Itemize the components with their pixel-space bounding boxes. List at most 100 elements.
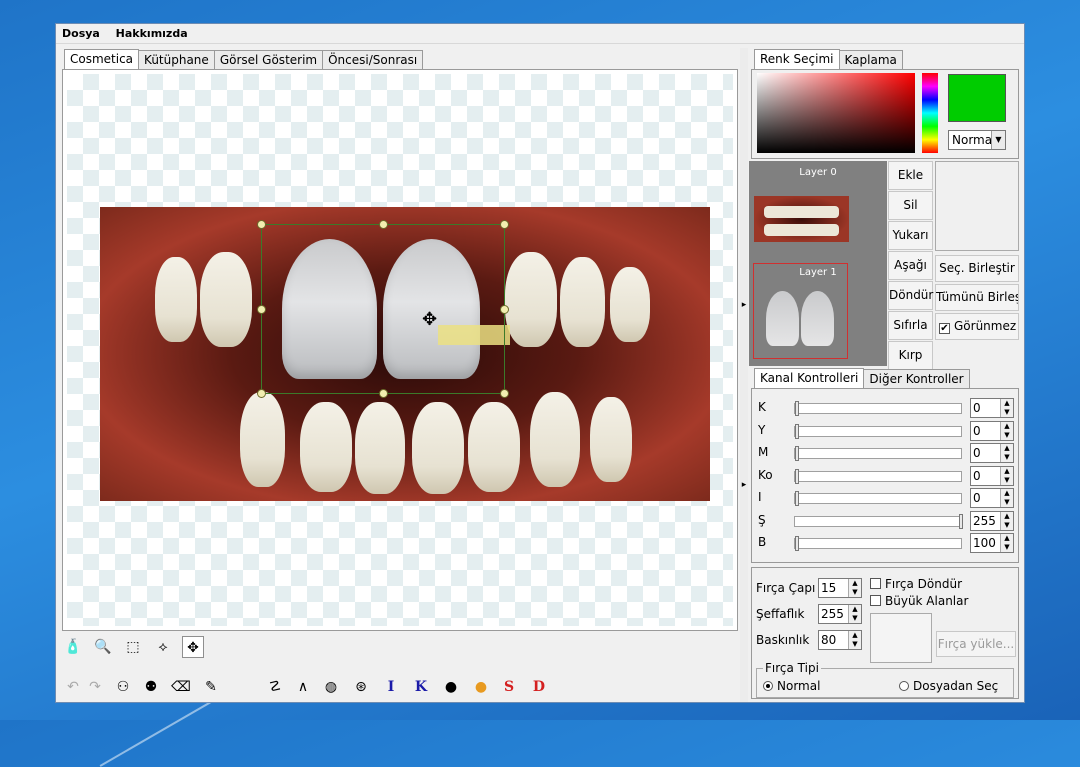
spinner-arrows-icon[interactable]: ▲ ▼ bbox=[848, 631, 861, 649]
channel-spinner[interactable]: 0 ▲ ▼ bbox=[970, 398, 1014, 418]
hue-slider[interactable] bbox=[922, 73, 938, 153]
spinner-arrows-icon[interactable]: ▲ ▼ bbox=[1000, 466, 1013, 485]
zoom-tool-icon[interactable]: 🔍 bbox=[92, 636, 114, 658]
resize-handle[interactable] bbox=[500, 305, 509, 314]
dodge-icon[interactable]: ● bbox=[470, 676, 492, 698]
slider-thumb[interactable] bbox=[795, 401, 799, 416]
tab-visual-display[interactable]: Görsel Gösterim bbox=[213, 50, 324, 70]
resize-handle[interactable] bbox=[257, 220, 266, 229]
channel-spinner[interactable]: 0 ▲ ▼ bbox=[970, 443, 1014, 463]
brush-rotate-checkbox[interactable]: Fırça Döndür bbox=[870, 577, 962, 591]
undo-icon[interactable]: ↶ bbox=[62, 676, 84, 698]
tab-channel-controls[interactable]: Kanal Kontrolleri bbox=[754, 368, 865, 390]
channel-slider[interactable] bbox=[794, 536, 962, 551]
channel-slider[interactable] bbox=[794, 423, 962, 439]
tab-color-picker[interactable]: Renk Seçimi bbox=[754, 49, 840, 71]
brush-size-spinner[interactable]: 15 ▲ ▼ bbox=[818, 578, 862, 598]
layer-0-thumbnail[interactable] bbox=[754, 196, 849, 242]
channel-spinner[interactable]: 0 ▲ ▼ bbox=[970, 465, 1014, 486]
spinner-arrows-icon[interactable]: ▲ ▼ bbox=[1000, 444, 1013, 462]
chevron-down-icon[interactable]: ▼ bbox=[991, 131, 1005, 149]
large-areas-checkbox[interactable]: Büyük Alanlar bbox=[870, 594, 968, 608]
burn-icon[interactable]: ● bbox=[440, 676, 462, 698]
checkbox-box[interactable]: ✔ bbox=[939, 323, 950, 334]
rotate-button[interactable]: Döndür bbox=[888, 281, 933, 310]
spinner-arrows-icon[interactable]: ▲ ▼ bbox=[1000, 399, 1013, 417]
brush-type-file-radio[interactable]: Dosyadan Seç bbox=[899, 679, 998, 693]
current-color-swatch[interactable] bbox=[948, 74, 1006, 122]
checkbox-box[interactable] bbox=[870, 578, 881, 589]
reset-button[interactable]: Sıfırla bbox=[888, 311, 933, 340]
tab-other-controls[interactable]: Diğer Kontroller bbox=[863, 369, 970, 389]
resize-handle[interactable] bbox=[379, 220, 388, 229]
clone-stamp-icon[interactable]: ⚇ bbox=[112, 676, 134, 698]
channel-spinner[interactable]: 0 ▲ ▼ bbox=[970, 488, 1014, 508]
slider-thumb[interactable] bbox=[795, 446, 799, 461]
expand-arrow-icon[interactable]: ▸ bbox=[740, 480, 748, 490]
slider-thumb[interactable] bbox=[795, 536, 799, 551]
slider-thumb[interactable] bbox=[795, 491, 799, 506]
spinner-arrows-icon[interactable]: ▲ ▼ bbox=[1000, 534, 1013, 552]
tool-letter-d[interactable]: D bbox=[528, 676, 550, 698]
radio-dot[interactable] bbox=[899, 681, 909, 691]
channel-slider[interactable] bbox=[794, 513, 963, 529]
channel-spinner[interactable]: 0 ▲ ▼ bbox=[970, 420, 1014, 441]
delete-layer-button[interactable]: Sil bbox=[888, 191, 933, 220]
channel-spinner[interactable]: 255 ▲ ▼ bbox=[970, 510, 1014, 531]
load-brush-button[interactable]: Fırça yükle... bbox=[936, 631, 1016, 657]
channel-slider[interactable] bbox=[794, 491, 962, 506]
layer-up-button[interactable]: Yukarı bbox=[888, 221, 933, 250]
menu-file[interactable]: Dosya bbox=[56, 24, 106, 43]
saturation-picker[interactable] bbox=[757, 73, 915, 153]
resize-handle[interactable] bbox=[500, 220, 509, 229]
slider-thumb[interactable] bbox=[795, 468, 799, 484]
opacity-spinner[interactable]: 255 ▲ ▼ bbox=[818, 604, 862, 624]
eyedropper-icon[interactable]: ✎ bbox=[200, 676, 222, 698]
channel-slider[interactable] bbox=[794, 401, 962, 416]
tool-letter-i[interactable]: I bbox=[380, 676, 402, 698]
resize-handle[interactable] bbox=[379, 389, 388, 398]
resize-handle[interactable] bbox=[500, 389, 509, 398]
resize-handle[interactable] bbox=[257, 305, 266, 314]
tab-coating[interactable]: Kaplama bbox=[838, 50, 903, 70]
blur-icon[interactable]: ⊛ bbox=[350, 676, 372, 698]
spinner-arrows-icon[interactable]: ▲ ▼ bbox=[1000, 489, 1013, 507]
selection-box[interactable] bbox=[257, 220, 509, 398]
smudge-icon[interactable]: ☡ bbox=[264, 676, 286, 698]
expand-arrow-icon[interactable]: ▸ bbox=[740, 300, 748, 310]
slider-thumb[interactable] bbox=[795, 423, 799, 439]
radio-dot[interactable] bbox=[763, 681, 773, 691]
transparent-canvas[interactable]: ✥ bbox=[67, 74, 733, 626]
channel-slider[interactable] bbox=[794, 446, 962, 461]
spinner-arrows-icon[interactable]: ▲ ▼ bbox=[1000, 511, 1013, 530]
redo-icon[interactable]: ↷ bbox=[84, 676, 106, 698]
visibility-checkbox[interactable]: ✔ Görünmez bbox=[935, 313, 1019, 340]
add-layer-button[interactable]: Ekle bbox=[888, 161, 933, 190]
spinner-arrows-icon[interactable]: ▲ ▼ bbox=[848, 579, 861, 597]
sponge-icon[interactable]: ◍ bbox=[320, 676, 342, 698]
checkbox-box[interactable] bbox=[870, 595, 881, 606]
eraser-icon[interactable]: ⌫ bbox=[170, 676, 192, 698]
resize-handle[interactable] bbox=[257, 389, 266, 398]
layer-down-button[interactable]: Aşağı bbox=[888, 251, 933, 280]
channel-slider[interactable] bbox=[794, 468, 962, 484]
panel-splitter[interactable]: ▸ ▸ bbox=[740, 48, 748, 702]
brush-type-normal-radio[interactable]: Normal bbox=[763, 679, 820, 693]
tool-letter-s[interactable]: S bbox=[498, 676, 520, 698]
pen-icon[interactable]: ∧ bbox=[292, 676, 314, 698]
lasso-select-icon[interactable]: ⟡ bbox=[152, 636, 174, 658]
channel-spinner[interactable]: 100 ▲ ▼ bbox=[970, 533, 1014, 553]
slider-thumb[interactable] bbox=[959, 513, 963, 529]
tab-cosmetica[interactable]: Cosmetica bbox=[64, 49, 140, 71]
crop-button[interactable]: Kırp bbox=[888, 341, 933, 370]
spinner-arrows-icon[interactable]: ▲ ▼ bbox=[848, 605, 861, 623]
rect-select-icon[interactable]: ⬚ bbox=[122, 636, 144, 658]
layer-1-thumbnail[interactable] bbox=[753, 263, 848, 359]
tab-before-after[interactable]: Öncesi/Sonrası bbox=[322, 50, 424, 70]
blend-mode-select[interactable]: Norma ▼ bbox=[948, 130, 1006, 150]
tab-library[interactable]: Kütüphane bbox=[138, 50, 215, 70]
teeth-photo[interactable]: ✥ bbox=[100, 207, 710, 501]
move-tool-icon[interactable]: ✥ bbox=[182, 636, 204, 658]
tool-letter-k[interactable]: K bbox=[410, 676, 432, 698]
spray-tool-icon[interactable]: 🧴 bbox=[62, 636, 84, 658]
